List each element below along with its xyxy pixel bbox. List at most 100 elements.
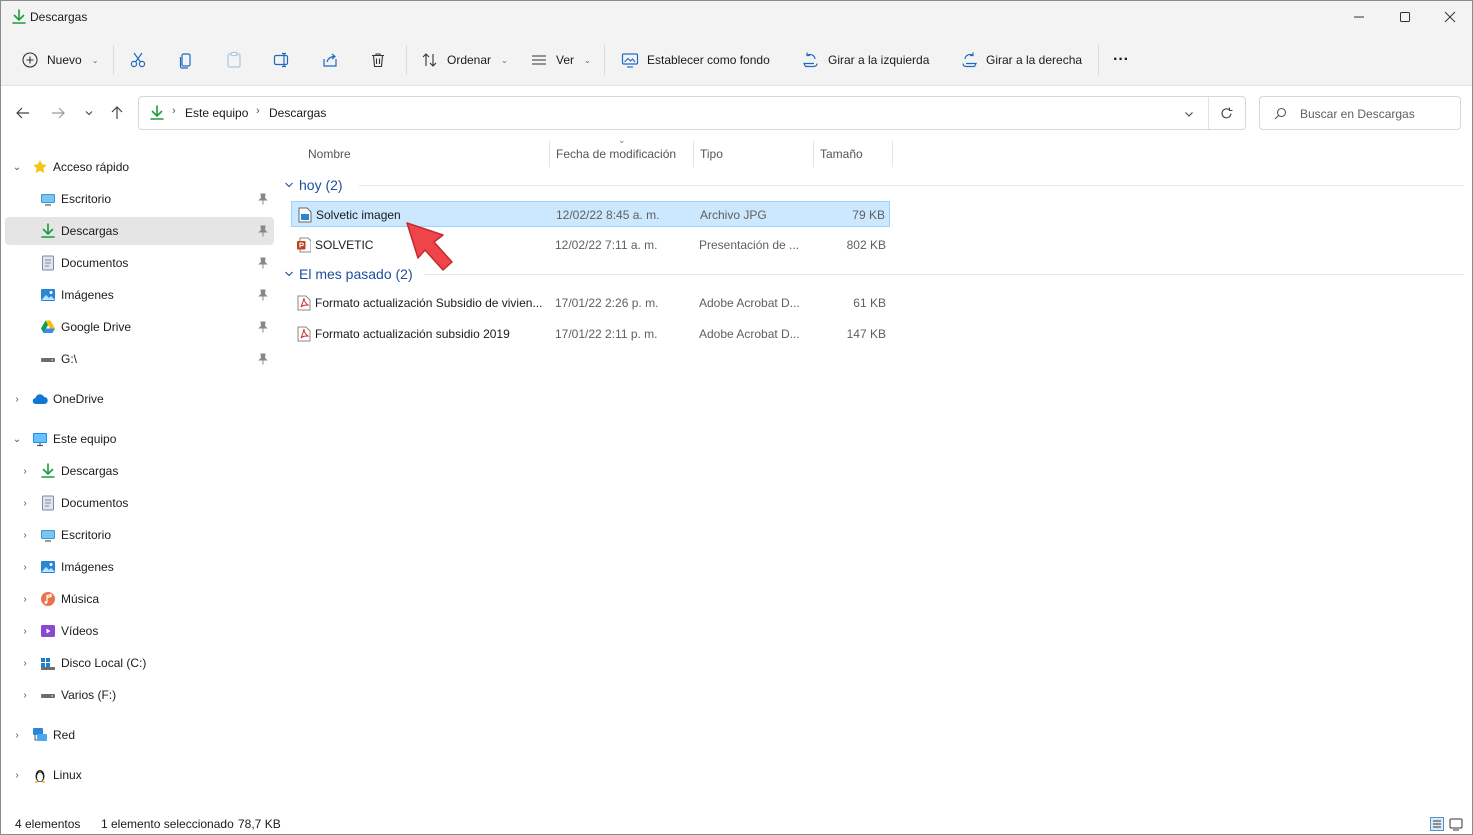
status-bar: 4 elementos 1 elemento seleccionado 78,7… bbox=[1, 813, 1472, 835]
chevron-right-icon[interactable]: › bbox=[19, 562, 31, 573]
chevron-down-icon[interactable] bbox=[1184, 109, 1194, 119]
breadcrumb-downloads[interactable]: Descargas bbox=[269, 106, 326, 120]
divider bbox=[359, 185, 1464, 186]
sidebar-item-downloads[interactable]: Descargas bbox=[5, 217, 274, 245]
chevron-right-icon[interactable]: › bbox=[19, 498, 31, 509]
sidebar-item-desktop[interactable]: Escritorio bbox=[5, 185, 274, 213]
pin-icon[interactable] bbox=[258, 193, 268, 205]
trash-icon bbox=[372, 53, 384, 68]
sidebar-item-pc-local-disk[interactable]: › Disco Local (C:) bbox=[5, 649, 274, 677]
sidebar-item-pc-drive-f[interactable]: › Varios (F:) bbox=[5, 681, 274, 709]
sidebar-item-pc-videos[interactable]: › Vídeos bbox=[5, 617, 274, 645]
view-list-icon bbox=[532, 55, 546, 65]
chevron-down-icon: ⌄ bbox=[501, 55, 508, 65]
arrow-up-icon bbox=[111, 106, 123, 119]
pin-icon[interactable] bbox=[258, 225, 268, 237]
copy-button[interactable] bbox=[177, 45, 195, 75]
sidebar-item-pc-pictures[interactable]: › Imágenes bbox=[5, 553, 274, 581]
rotate-left-label: Girar a la izquierda bbox=[828, 53, 930, 67]
search-box[interactable]: Buscar en Descargas bbox=[1259, 96, 1461, 130]
sidebar-item-this-pc[interactable]: ⌄ Este equipo bbox=[5, 425, 274, 453]
table-row[interactable]: SOLVETIC 12/02/22 7:11 a. m. Presentació… bbox=[291, 232, 890, 258]
rotate-left-button[interactable]: Girar a la izquierda bbox=[802, 45, 929, 75]
chevron-right-icon[interactable]: › bbox=[11, 394, 23, 405]
chevron-right-icon[interactable]: › bbox=[11, 730, 23, 741]
column-header-type[interactable]: Tipo bbox=[700, 147, 723, 169]
sidebar-item-pc-desktop[interactable]: › Escritorio bbox=[5, 521, 274, 549]
up-button[interactable] bbox=[105, 101, 129, 125]
minimize-button[interactable] bbox=[1336, 1, 1382, 33]
set-background-button[interactable]: Establecer como fondo bbox=[621, 45, 770, 75]
back-button[interactable] bbox=[11, 101, 35, 125]
chevron-right-icon[interactable]: › bbox=[19, 530, 31, 541]
chevron-down-icon: ⌄ bbox=[584, 55, 591, 65]
chevron-down-icon bbox=[285, 271, 293, 277]
sidebar-item-documents[interactable]: Documentos bbox=[5, 249, 274, 277]
jpg-file-icon bbox=[298, 207, 312, 223]
more-options-button[interactable]: ··· bbox=[1113, 45, 1129, 75]
close-button[interactable] bbox=[1427, 1, 1473, 33]
rename-button[interactable] bbox=[273, 45, 291, 75]
column-header-size[interactable]: Tamaño bbox=[820, 147, 863, 169]
plus-circle-icon bbox=[22, 52, 38, 68]
column-header-date[interactable]: Fecha de modificación bbox=[556, 147, 676, 169]
chevron-right-icon[interactable]: › bbox=[19, 466, 31, 477]
pin-icon[interactable] bbox=[258, 353, 268, 365]
maximize-button[interactable] bbox=[1382, 1, 1428, 33]
sort-button[interactable]: Ordenar ⌄ bbox=[421, 45, 508, 75]
sidebar-item-google-drive[interactable]: Google Drive bbox=[5, 313, 274, 341]
address-bar[interactable]: › Este equipo › Descargas bbox=[138, 96, 1246, 130]
pin-icon[interactable] bbox=[258, 321, 268, 333]
chevron-right-icon[interactable]: › bbox=[11, 770, 23, 781]
search-input[interactable]: Buscar en Descargas bbox=[1300, 107, 1415, 121]
divider bbox=[604, 45, 605, 75]
view-button[interactable]: Ver ⌄ bbox=[530, 45, 591, 75]
file-date: 17/01/22 2:26 p. m. bbox=[555, 296, 659, 310]
table-row[interactable]: Formato actualización Subsidio de vivien… bbox=[291, 290, 890, 316]
table-row[interactable]: Formato actualización subsidio 2019 17/0… bbox=[291, 321, 890, 347]
breadcrumb-this-pc[interactable]: Este equipo bbox=[185, 106, 248, 120]
refresh-icon[interactable] bbox=[1220, 107, 1233, 120]
sidebar-item-linux[interactable]: › Linux bbox=[5, 761, 274, 789]
recent-locations-button[interactable] bbox=[77, 101, 101, 125]
rotate-right-button[interactable]: Girar a la derecha bbox=[960, 45, 1082, 75]
delete-button[interactable] bbox=[369, 45, 387, 75]
sidebar-item-label: OneDrive bbox=[53, 392, 104, 406]
rename-icon bbox=[273, 52, 289, 68]
share-button[interactable] bbox=[321, 45, 339, 75]
sidebar-item-pc-documents[interactable]: › Documentos bbox=[5, 489, 274, 517]
cut-button[interactable] bbox=[129, 45, 147, 75]
pin-icon[interactable] bbox=[258, 257, 268, 269]
divider bbox=[113, 45, 114, 75]
paste-button[interactable] bbox=[225, 45, 243, 75]
table-row[interactable]: Solvetic imagen 12/02/22 8:45 a. m. Arch… bbox=[291, 201, 890, 227]
chevron-down-icon[interactable]: ⌄ bbox=[11, 434, 23, 445]
new-button[interactable]: Nuevo ⌄ bbox=[21, 45, 98, 75]
file-explorer-window: Descargas Nuevo ⌄ Ordenar ⌄ Ver ⌄ Establ… bbox=[0, 0, 1473, 835]
sidebar-item-onedrive[interactable]: › OneDrive bbox=[5, 385, 274, 413]
file-size: 147 KB bbox=[846, 327, 886, 341]
chevron-right-icon[interactable]: › bbox=[19, 658, 31, 669]
tiles-view-icon[interactable] bbox=[1449, 817, 1463, 831]
chevron-right-icon[interactable]: › bbox=[19, 594, 31, 605]
group-header-last-month[interactable]: El mes pasado (2) bbox=[284, 263, 1464, 285]
chevron-down-icon[interactable]: ⌄ bbox=[11, 162, 23, 173]
sidebar-item-drive-g[interactable]: G:\ bbox=[5, 345, 274, 373]
sidebar-item-pictures[interactable]: Imágenes bbox=[5, 281, 274, 309]
arrow-left-icon bbox=[16, 107, 29, 119]
drive-icon bbox=[41, 694, 55, 698]
sort-icon bbox=[422, 53, 437, 67]
column-header-name[interactable]: Nombre bbox=[308, 147, 351, 169]
sidebar-item-pc-music[interactable]: › Música bbox=[5, 585, 274, 613]
forward-button[interactable] bbox=[46, 101, 70, 125]
group-header-today[interactable]: hoy (2) bbox=[284, 174, 1464, 196]
pin-icon[interactable] bbox=[258, 289, 268, 301]
sort-label: Ordenar bbox=[447, 53, 492, 67]
chevron-right-icon[interactable]: › bbox=[19, 626, 31, 637]
sidebar-item-pc-downloads[interactable]: › Descargas bbox=[5, 457, 274, 485]
sidebar-item-quick-access[interactable]: ⌄ Acceso rápido bbox=[5, 153, 274, 181]
documents-icon bbox=[42, 255, 54, 271]
details-view-icon[interactable] bbox=[1430, 817, 1444, 831]
sidebar-item-network[interactable]: › Red bbox=[5, 721, 274, 749]
chevron-right-icon[interactable]: › bbox=[19, 690, 31, 701]
